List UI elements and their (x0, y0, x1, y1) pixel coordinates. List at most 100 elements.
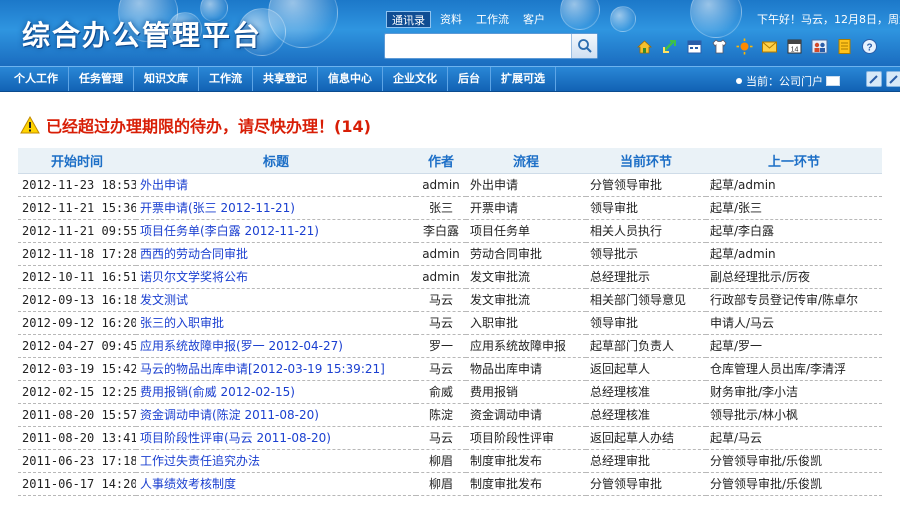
column-header-flow[interactable]: 流程 (466, 148, 586, 174)
task-title-link[interactable]: 资金调动申请(陈淀 2011-08-20) (136, 403, 416, 427)
nav-extensions[interactable]: 扩展可选 (491, 67, 556, 91)
task-title-link[interactable]: 人事绩效考核制度 (136, 472, 416, 496)
task-title-link[interactable]: 项目阶段性评审(马云 2011-08-20) (136, 426, 416, 450)
cell-author: 马云 (416, 357, 466, 381)
mail-icon[interactable] (761, 38, 778, 55)
cell-current-step: 返回起草人 (586, 357, 706, 381)
cell-current-step: 相关人员执行 (586, 219, 706, 243)
current-location-label: 当前：公司门户 (746, 75, 823, 88)
cell-flow: 发文审批流 (466, 288, 586, 312)
cell-flow: 费用报销 (466, 380, 586, 404)
svg-text:?: ? (866, 43, 872, 54)
shirt-icon[interactable] (711, 38, 728, 55)
column-header-previous-step[interactable]: 上一环节 (706, 148, 882, 174)
top-tabs: 通讯录 资料 工作流 客户 (386, 11, 550, 28)
cell-author: 马云 (416, 311, 466, 335)
cell-previous-step: 起草/admin (706, 173, 882, 197)
nav-knowledge-library[interactable]: 知识文库 (134, 67, 199, 91)
nav-backend[interactable]: 后台 (448, 67, 491, 91)
top-tab-contacts[interactable]: 通讯录 (386, 11, 431, 28)
decor-bubble (560, 0, 600, 30)
cell-author: admin (416, 242, 466, 266)
cell-start-time: 2012-09-13 16:18 (18, 288, 136, 312)
cell-previous-step: 起草/马云 (706, 426, 882, 450)
cell-previous-step: 起草/张三 (706, 196, 882, 220)
help-icon[interactable]: ? (861, 38, 878, 55)
cell-previous-step: 分管领导审批/乐俊凯 (706, 472, 882, 496)
table-row: 2011-06-17 14:20 人事绩效考核制度 柳眉 制度审批发布 分管领导审批 分管… (18, 472, 882, 496)
cell-start-time: 2012-11-21 15:36 (18, 196, 136, 220)
cell-flow: 制度审批发布 (466, 472, 586, 496)
task-title-link[interactable]: 西西的劳动合同审批 (136, 242, 416, 266)
table-row: 2012-09-12 16:20 张三的入职审批 马云 入职审批 领导审批 申请人/马云 (18, 311, 882, 335)
greeting-text: 下午好！马云，12月8日，周六 (757, 13, 900, 26)
top-tab-clients[interactable]: 客户 (518, 11, 550, 28)
cell-previous-step: 仓库管理人员出库/李清浮 (706, 357, 882, 381)
monitor-icon[interactable] (826, 76, 840, 86)
search-button[interactable] (571, 34, 597, 58)
nav-personal-work[interactable]: 个人工作 (0, 67, 69, 91)
cell-flow: 资金调动申请 (466, 403, 586, 427)
cell-flow: 制度审批发布 (466, 449, 586, 473)
header-banner: 综合办公管理平台 通讯录 资料 工作流 客户 下午好！马云，12月8日，周六 1… (0, 0, 900, 66)
nav-shared-registration[interactable]: 共享登记 (253, 67, 318, 91)
home-icon[interactable] (636, 38, 653, 55)
task-title-link[interactable]: 马云的物品出库申请[2012-03-19 15:39:21] (136, 357, 416, 381)
cell-author: 李白露 (416, 219, 466, 243)
sun-icon[interactable] (736, 38, 753, 55)
cell-previous-step: 分管领导审批/乐俊凯 (706, 449, 882, 473)
main-nav: 个人工作 任务管理 知识文库 工作流 共享登记 信息中心 企业文化 后台 扩展可… (0, 66, 900, 92)
current-location: 当前：公司门户 (735, 73, 840, 89)
task-title-link[interactable]: 开票申请(张三 2012-11-21) (136, 196, 416, 220)
svg-text:14: 14 (791, 47, 799, 54)
cell-flow: 项目阶段性评审 (466, 426, 586, 450)
task-title-link[interactable]: 诺贝尔文学奖将公布 (136, 265, 416, 289)
cell-author: 马云 (416, 288, 466, 312)
cell-previous-step: 起草/李白露 (706, 219, 882, 243)
cell-current-step: 总经理核准 (586, 403, 706, 427)
nav-workflow[interactable]: 工作流 (199, 67, 253, 91)
toolbar-icons: 14 ? (636, 38, 878, 55)
cell-author: 陈淀 (416, 403, 466, 427)
users-icon[interactable] (811, 38, 828, 55)
location-dot-icon (736, 78, 742, 84)
cell-start-time: 2012-09-12 16:20 (18, 311, 136, 335)
cell-author: 柳眉 (416, 449, 466, 473)
nav-corporate-culture[interactable]: 企业文化 (383, 67, 448, 91)
cell-flow: 项目任务单 (466, 219, 586, 243)
top-tab-documents[interactable]: 资料 (435, 11, 467, 28)
cell-author: 张三 (416, 196, 466, 220)
calendar-icon[interactable] (686, 38, 703, 55)
task-title-link[interactable]: 工作过失责任追究办法 (136, 449, 416, 473)
table-body: 2012-11-23 18:53 外出申请 admin 外出申请 分管领导审批 起草/ad… (18, 173, 882, 496)
cell-previous-step: 副总经理批示/厉夜 (706, 265, 882, 289)
note-icon[interactable] (836, 38, 853, 55)
date-icon[interactable]: 14 (786, 38, 803, 55)
task-title-link[interactable]: 费用报销(俞威 2012-02-15) (136, 380, 416, 404)
search-icon (578, 39, 592, 53)
nav-task-management[interactable]: 任务管理 (69, 67, 134, 91)
cell-start-time: 2011-06-17 14:20 (18, 472, 136, 496)
cell-previous-step: 财务审批/李小洁 (706, 380, 882, 404)
top-tab-workflow[interactable]: 工作流 (471, 11, 514, 28)
cell-start-time: 2011-08-20 15:57 (18, 403, 136, 427)
column-header-author[interactable]: 作者 (416, 148, 466, 174)
column-header-current-step[interactable]: 当前环节 (586, 148, 706, 174)
column-header-start-time[interactable]: 开始时间 (18, 148, 136, 174)
arrows-icon[interactable] (661, 38, 678, 55)
cell-current-step: 领导审批 (586, 311, 706, 335)
cell-author: admin (416, 265, 466, 289)
task-title-link[interactable]: 张三的入职审批 (136, 311, 416, 335)
cell-author: admin (416, 173, 466, 197)
edit-icon[interactable] (866, 71, 882, 87)
settings-icon[interactable] (886, 71, 900, 87)
column-header-title[interactable]: 标题 (136, 148, 416, 174)
search-input[interactable] (385, 34, 569, 58)
task-title-link[interactable]: 项目任务单(李白露 2012-11-21) (136, 219, 416, 243)
cell-start-time: 2012-11-18 17:28 (18, 242, 136, 266)
task-title-link[interactable]: 发文测试 (136, 288, 416, 312)
cell-start-time: 2012-11-21 09:55 (18, 219, 136, 243)
task-title-link[interactable]: 外出申请 (136, 173, 416, 197)
nav-info-center[interactable]: 信息中心 (318, 67, 383, 91)
task-title-link[interactable]: 应用系统故障申报(罗一 2012-04-27) (136, 334, 416, 358)
